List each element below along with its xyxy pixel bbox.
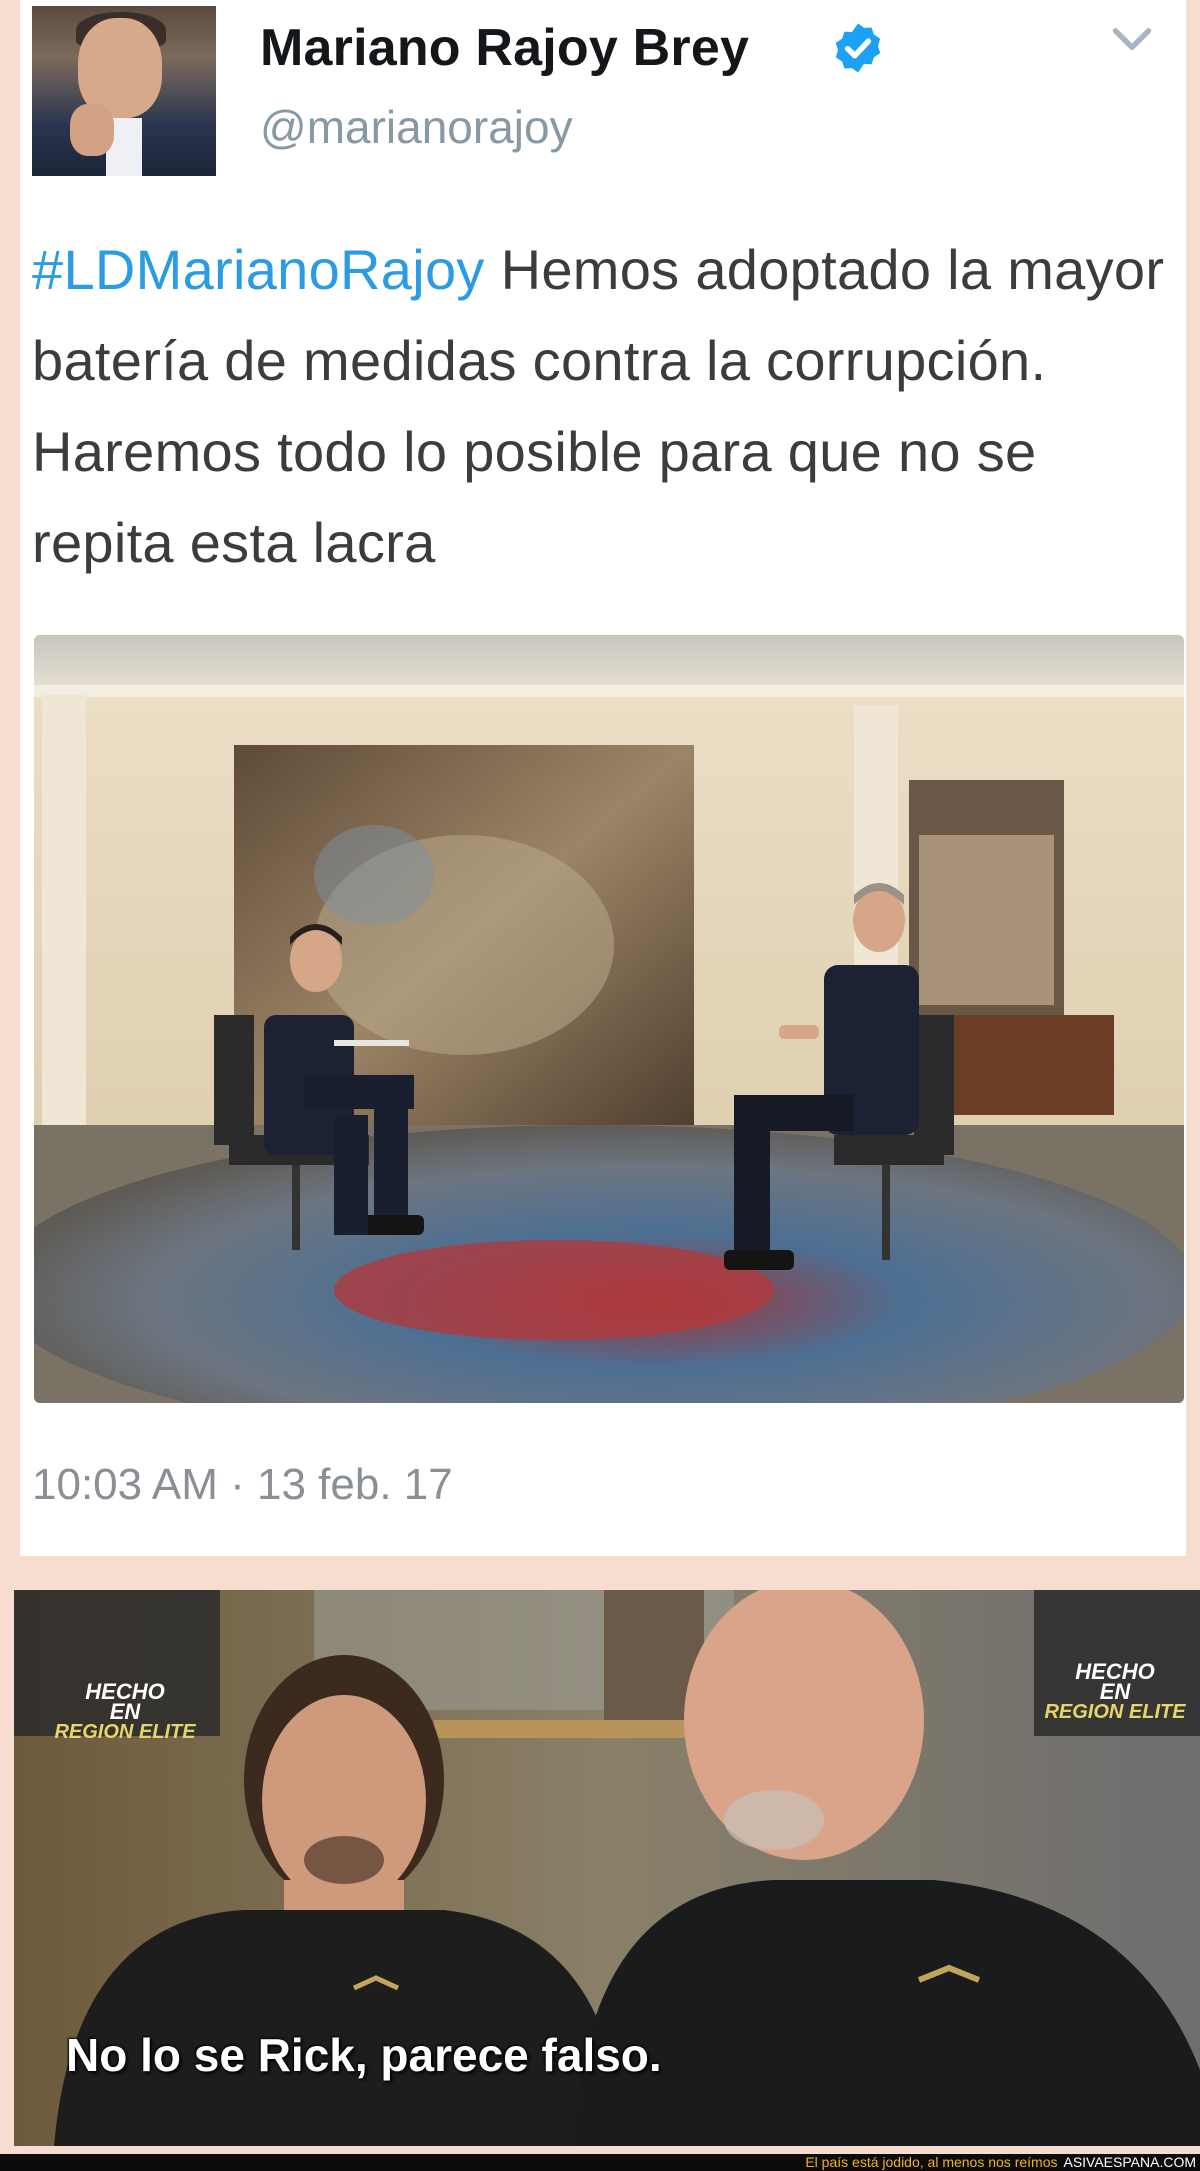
avatar-hand (70, 104, 114, 156)
hashtag-link[interactable]: #LDMarianoRajoy (32, 238, 485, 301)
watermark-left-line2: EN (109, 1699, 141, 1724)
meme-subtitle: No lo se Rick, parece falso. (66, 2029, 662, 2081)
tweet-timestamp[interactable]: 10:03 AM · 13 feb. 17 (32, 1460, 453, 1510)
meme-image: HECHO EN REGION ELITE HECHO EN REGION EL… (14, 1590, 1200, 2146)
tweet-photo[interactable] (34, 635, 1184, 1403)
author-name[interactable]: Mariano Rajoy Brey (260, 18, 749, 78)
watermark-right-line3: REGION ELITE (1044, 1701, 1186, 1723)
tweet-text: #LDMarianoRajoy Hemos adoptado la mayor … (32, 224, 1182, 588)
verified-badge-icon (835, 23, 881, 73)
avatar-face (78, 18, 162, 118)
site-footer: El país está jodido, al menos nos reímos… (0, 2154, 1200, 2171)
watermark-right: HECHO EN REGION ELITE (1030, 1661, 1200, 1723)
tweet-card: Mariano Rajoy Brey @marianorajoy #LDMari… (20, 0, 1186, 1556)
watermark-right-line2: EN (1099, 1679, 1131, 1704)
footer-signature[interactable]: ASIVAESPANA.COM (1063, 2154, 1196, 2170)
watermark-left: HECHO EN REGION ELITE (30, 1681, 220, 1743)
watermark-left-line3: REGION ELITE (54, 1721, 196, 1743)
interview-scene-image (34, 635, 1184, 1403)
author-avatar[interactable] (32, 6, 216, 176)
chevron-down-icon[interactable] (1110, 24, 1154, 56)
footer-caption: El país está jodido, al menos nos reímos (805, 2154, 1058, 2170)
author-handle[interactable]: @marianorajoy (260, 100, 573, 154)
